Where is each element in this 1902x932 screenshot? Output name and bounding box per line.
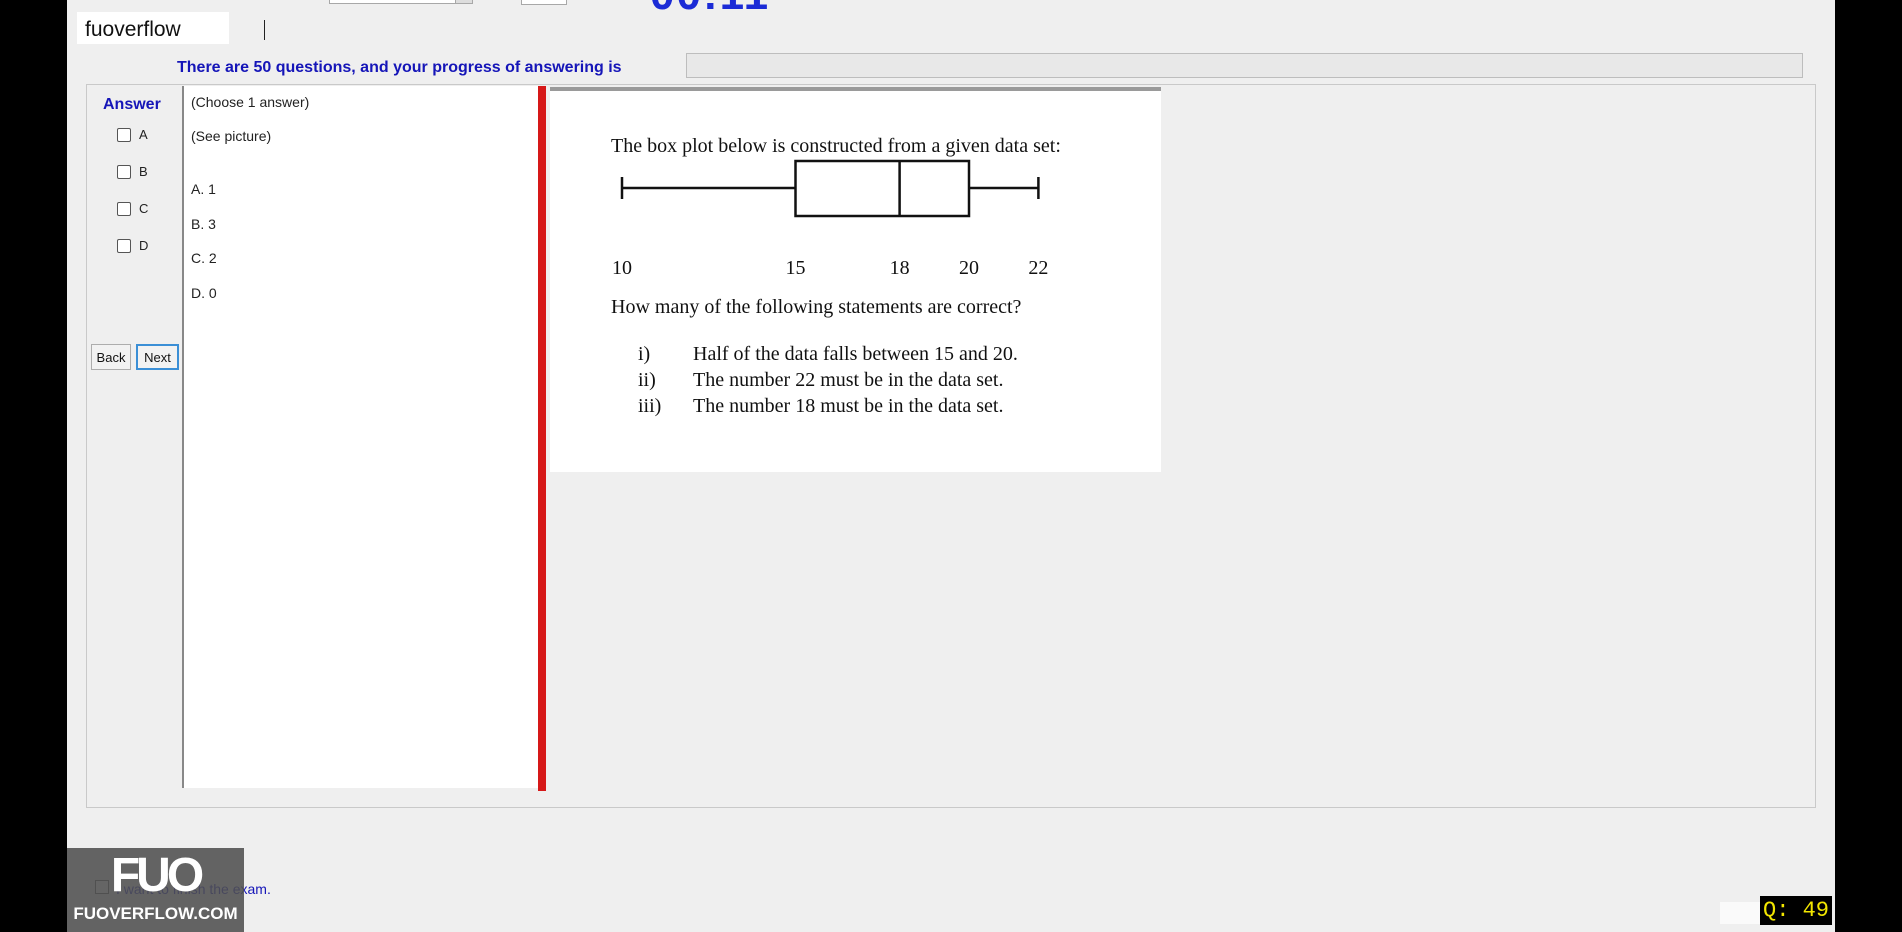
watermark-brand: fuoverflow [77, 12, 229, 44]
statement-1-text: Half of the data falls between 15 and 20… [693, 343, 1018, 365]
choice-b: B. 3 [191, 216, 216, 232]
top-input[interactable] [521, 0, 567, 5]
fuoverflow-logo: FUO FUOVERFLOW.COM [67, 848, 244, 932]
option-c-label: C [139, 201, 149, 216]
option-c[interactable]: C [117, 201, 148, 216]
see-picture-note: (See picture) [191, 128, 272, 144]
option-d-label: D [139, 238, 149, 253]
option-d[interactable]: D [117, 238, 148, 253]
tick-label-q3: 20 [959, 257, 979, 279]
counter-backdrop [1720, 902, 1760, 924]
top-dropdown[interactable] [329, 0, 473, 4]
statement-1-number: i) [638, 343, 651, 365]
timer: 00:11 [650, 0, 770, 20]
next-button[interactable]: Next [136, 344, 179, 370]
choose-instruction: (Choose 1 answer) [191, 94, 310, 110]
tick-label-min: 10 [612, 257, 632, 279]
statement-3-number: iii) [638, 395, 662, 417]
choices-panel: (Choose 1 answer) (See picture) A. 1 B. … [182, 86, 542, 788]
choice-c: C. 2 [191, 250, 217, 266]
option-a[interactable]: A [117, 127, 148, 142]
option-b-checkbox[interactable] [117, 164, 131, 179]
option-d-checkbox[interactable] [117, 238, 131, 253]
exam-window: 00:11 fuoverflow There are 50 questions,… [67, 0, 1835, 932]
bottom-bar [67, 826, 1835, 932]
statement-2-number: ii) [638, 369, 656, 391]
iqr-box [794, 159, 971, 218]
box-plot [620, 159, 1040, 218]
back-button[interactable]: Back [91, 344, 131, 370]
question-ask: How many of the following statements are… [611, 296, 1022, 318]
option-c-checkbox[interactable] [117, 201, 131, 216]
progress-bar [686, 53, 1803, 78]
option-b-label: B [139, 164, 148, 179]
choice-a: A. 1 [191, 181, 216, 197]
logo-mark: FUO [110, 849, 204, 902]
choice-d: D. 0 [191, 285, 217, 301]
logo-text: FUOVERFLOW.COM [73, 904, 238, 923]
question-counter: Q: 49 [1760, 896, 1833, 925]
tick-label-max: 22 [1028, 257, 1049, 279]
tick-label-q1: 15 [785, 257, 806, 279]
panel-splitter[interactable] [538, 86, 546, 791]
statement-3-text: The number 18 must be in the data set. [693, 395, 1004, 417]
option-a-label: A [139, 127, 148, 142]
option-b[interactable]: B [117, 164, 148, 179]
progress-label: There are 50 questions, and your progres… [177, 59, 622, 76]
statement-2-text: The number 22 must be in the data set. [693, 369, 1004, 391]
tick-label-median: 18 [889, 257, 910, 279]
answer-title: Answer [103, 96, 161, 113]
question-image: The box plot below is constructed from a… [550, 87, 1161, 472]
text-caret [264, 20, 265, 40]
option-a-checkbox[interactable] [117, 127, 131, 142]
